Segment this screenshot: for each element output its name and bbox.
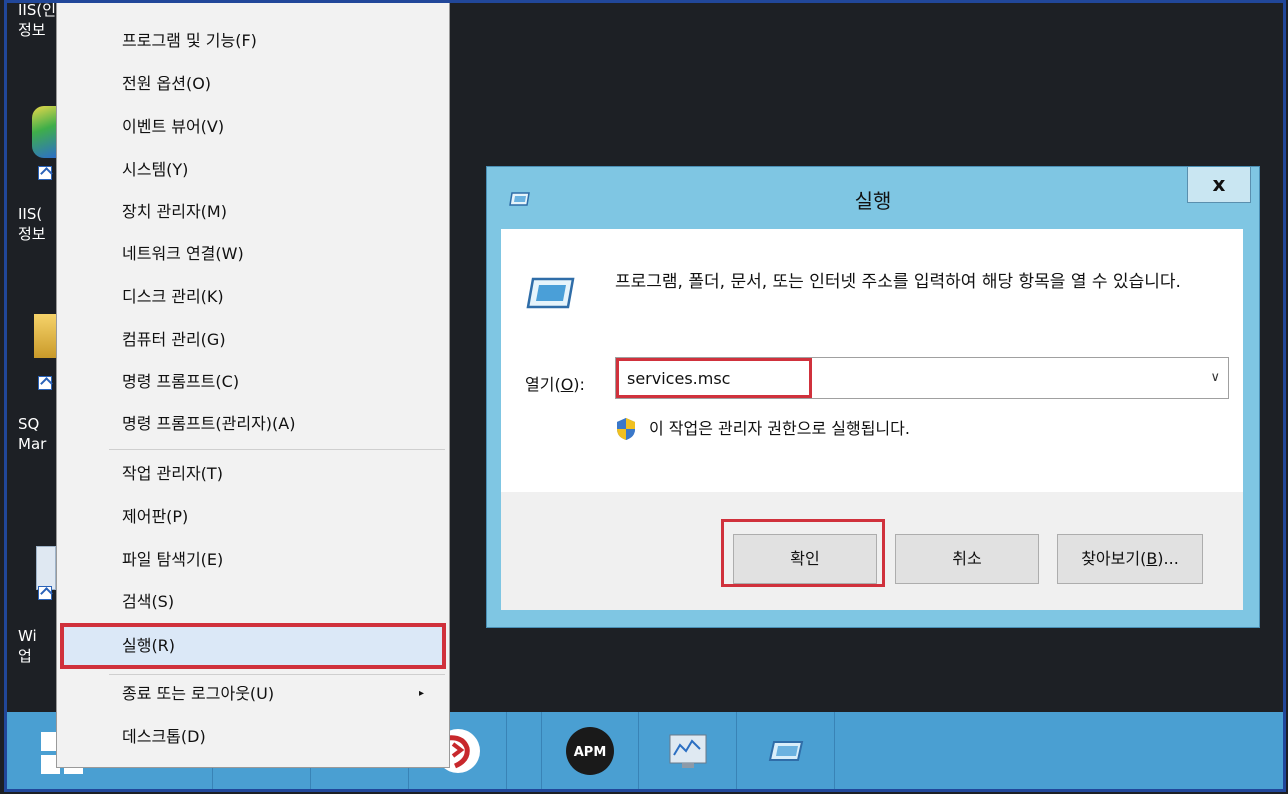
run-dialog: 실행 x 프로그램, 폴더, 문서, 또는 인터넷 주소를 입력하여 해당 항목… (486, 166, 1260, 628)
dialog-title: 실행 (854, 189, 892, 213)
menu-item-task-manager[interactable]: 작업 관리자(T) (60, 454, 446, 494)
menu-item-label: 장치 관리자(M) (122, 202, 227, 221)
menu-item-label: 프로그램 및 기능(F) (122, 31, 257, 50)
document-icon (36, 546, 56, 590)
folder-icon (34, 314, 56, 358)
menu-item-command-prompt[interactable]: 명령 프롬프트(C) (60, 362, 446, 402)
menu-item-label: 명령 프롬프트(관리자)(A) (122, 414, 296, 433)
apm-icon: APM (566, 727, 614, 775)
chevron-down-icon[interactable]: ∨ (1210, 370, 1220, 385)
menu-item-control-panel[interactable]: 제어판(P) (60, 497, 446, 537)
menu-item-label: 검색(S) (122, 592, 175, 611)
shortcut-arrow-icon (38, 166, 52, 180)
submenu-arrow-icon: ▸ (418, 688, 424, 699)
menu-item-label: 작업 관리자(T) (122, 464, 223, 483)
menu-item-computer-management[interactable]: 컴퓨터 관리(G) (60, 320, 446, 360)
menu-item-label: 컴퓨터 관리(G) (122, 330, 226, 349)
menu-item-file-explorer[interactable]: 파일 탐색기(E) (60, 540, 446, 580)
browse-button[interactable]: 찾아보기(B)... (1057, 534, 1203, 584)
menu-item-label: 네트워크 연결(W) (122, 244, 244, 263)
menu-item-event-viewer[interactable]: 이벤트 뷰어(V) (60, 107, 446, 147)
menu-item-command-prompt-admin[interactable]: 명령 프롬프트(관리자)(A) (60, 404, 446, 444)
dialog-instruction: 프로그램, 폴더, 문서, 또는 인터넷 주소를 입력하여 해당 항목을 열 수… (615, 272, 1181, 292)
menu-item-programs-features[interactable]: 프로그램 및 기능(F) (60, 21, 446, 61)
menu-item-shutdown-signout[interactable]: 종료 또는 로그아웃(U) ▸ (60, 674, 446, 714)
menu-item-power-options[interactable]: 전원 옵션(O) (60, 64, 446, 104)
cancel-button[interactable]: 취소 (895, 534, 1039, 584)
open-input[interactable] (616, 358, 812, 398)
menu-item-search[interactable]: 검색(S) (60, 582, 446, 622)
dialog-footer: 확인 취소 찾아보기(B)... (501, 492, 1243, 610)
taskbar-apm[interactable]: APM (541, 712, 639, 790)
run-icon (768, 741, 803, 761)
menu-item-label: 전원 옵션(O) (122, 74, 212, 93)
performance-monitor-icon (669, 734, 706, 768)
dialog-body: 프로그램, 폴더, 문서, 또는 인터넷 주소를 입력하여 해당 항목을 열 수… (501, 229, 1243, 492)
menu-item-run[interactable]: 실행(R) (60, 623, 446, 669)
menu-item-desktop[interactable]: 데스크톱(D) (60, 717, 446, 757)
run-program-icon (526, 277, 575, 309)
globe-icon (32, 106, 56, 158)
admin-note: 이 작업은 관리자 권한으로 실행됩니다. (615, 417, 910, 441)
menu-item-network-connections[interactable]: 네트워크 연결(W) (60, 234, 446, 274)
menu-item-disk-management[interactable]: 디스크 관리(K) (60, 277, 446, 317)
uac-shield-icon (617, 418, 635, 440)
menu-item-label: 이벤트 뷰어(V) (122, 117, 225, 136)
taskbar-run[interactable] (737, 712, 835, 790)
winx-context-menu: 프로그램 및 기능(F) 전원 옵션(O) 이벤트 뷰어(V) 시스템(Y) 장… (56, 0, 450, 768)
menu-item-label: 시스템(Y) (122, 160, 189, 179)
dialog-titlebar[interactable]: 실행 x (487, 167, 1259, 229)
menu-separator (109, 449, 445, 450)
menu-item-device-manager[interactable]: 장치 관리자(M) (60, 192, 446, 232)
menu-item-system[interactable]: 시스템(Y) (60, 150, 446, 190)
open-combobox[interactable]: ∨ (615, 357, 1229, 399)
close-button[interactable]: x (1187, 167, 1251, 203)
menu-item-label: 제어판(P) (122, 507, 189, 526)
menu-item-label: 데스크톱(D) (122, 727, 206, 746)
open-label: 열기(O): (525, 375, 585, 394)
menu-item-label: 실행(R) (122, 636, 176, 655)
svg-text:APM: APM (574, 745, 607, 760)
menu-item-label: 파일 탐색기(E) (122, 550, 224, 569)
menu-item-label: 종료 또는 로그아웃(U) (122, 684, 275, 703)
menu-item-label: 디스크 관리(K) (122, 287, 224, 306)
menu-item-label: 명령 프롬프트(C) (122, 372, 240, 391)
shortcut-arrow-icon (38, 376, 52, 390)
ok-button[interactable]: 확인 (733, 534, 877, 584)
taskbar-performance-monitor[interactable] (639, 712, 737, 790)
shortcut-arrow-icon (38, 586, 52, 600)
